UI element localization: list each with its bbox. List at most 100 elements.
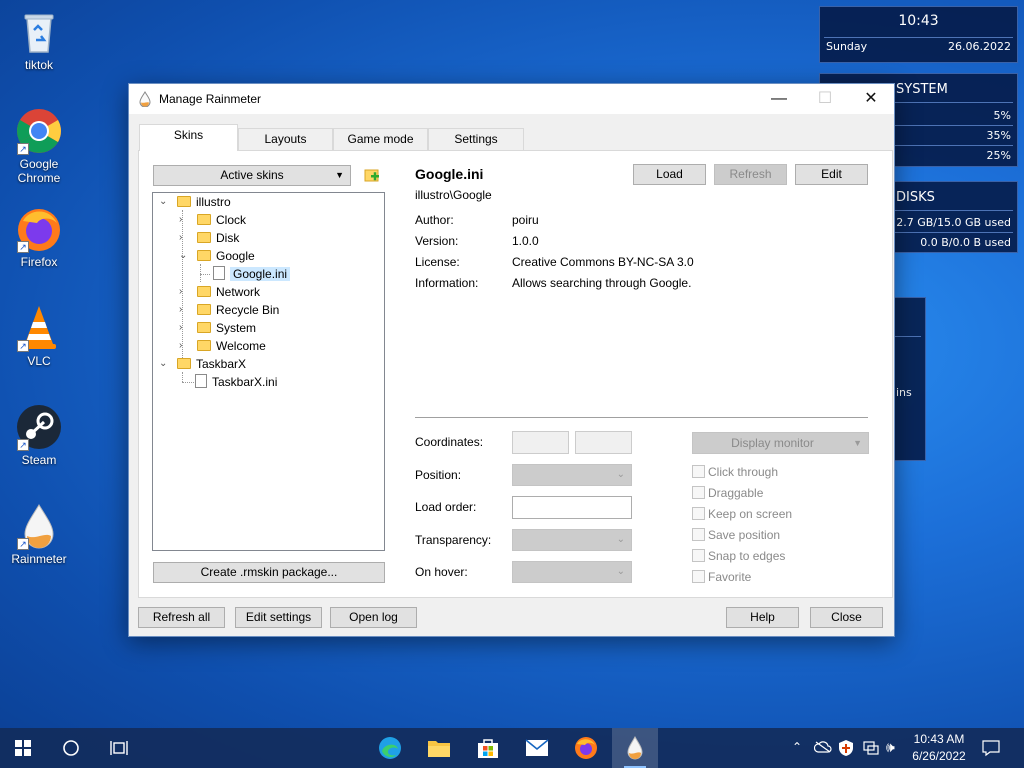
folder-icon — [177, 196, 191, 207]
skins-tree[interactable]: ⌄ illustro › Clock › Disk ⌄ Google Googl… — [152, 192, 385, 551]
volume-icon[interactable]: 🕪 — [886, 739, 895, 756]
refresh-all-button[interactable]: Refresh all — [138, 607, 225, 628]
shortcut-arrow-icon: ↗ — [17, 143, 29, 155]
keep-on-screen-checkbox[interactable]: Keep on screen — [692, 507, 792, 521]
tree-item-taskbarx[interactable]: ⌄ TaskbarX — [157, 355, 246, 373]
coordinate-x-input[interactable] — [512, 431, 569, 454]
edit-settings-button[interactable]: Edit settings — [235, 607, 322, 628]
taskbar-store[interactable] — [465, 728, 511, 768]
window-title: Manage Rainmeter — [159, 92, 262, 106]
title-bar[interactable]: Manage Rainmeter — ☐ ✕ — [129, 84, 894, 114]
tree-item-taskbarx-ini[interactable]: TaskbarX.ini — [195, 373, 277, 391]
shortcut-arrow-icon: ↗ — [17, 439, 29, 451]
vlc-icon: ↗ — [15, 304, 63, 352]
active-skins-dropdown[interactable]: Active skins ▼ — [153, 165, 351, 186]
chevron-right-icon: › — [179, 304, 183, 315]
close-button[interactable]: Close — [810, 607, 883, 628]
edit-button[interactable]: Edit — [795, 164, 868, 185]
load-order-label: Load order: — [415, 500, 477, 514]
checkbox-label: Keep on screen — [708, 507, 793, 521]
tab-settings[interactable]: Settings — [428, 128, 524, 150]
search-button[interactable] — [48, 728, 94, 768]
checkbox-label: Favorite — [708, 570, 752, 584]
desktop-icon-firefox[interactable]: ↗ Firefox — [6, 205, 72, 269]
desktop-icon-chrome[interactable]: ↗ Google Chrome — [6, 107, 72, 185]
desktop-icon-label: Google Chrome — [17, 157, 61, 185]
desktop-icon-rainmeter[interactable]: ↗ Rainmeter — [6, 502, 72, 566]
tree-item-network[interactable]: › Network — [177, 283, 260, 301]
taskbar: ⌃ 🕪 10:43 AM 6/26/2022 — [0, 728, 1024, 768]
taskbar-firefox[interactable] — [563, 728, 609, 768]
recycle-bin-icon — [15, 8, 63, 56]
desktop-icon-vlc[interactable]: ↗ VLC — [6, 304, 72, 368]
desktop-icon-tiktok[interactable]: tiktok — [6, 8, 72, 72]
security-shield-icon[interactable] — [838, 739, 854, 760]
tab-game-mode[interactable]: Game mode — [333, 128, 428, 150]
author-value: poiru — [512, 213, 539, 227]
chevron-down-icon: ⌄ — [616, 534, 625, 545]
help-button[interactable]: Help — [726, 607, 799, 628]
load-order-input[interactable] — [512, 496, 632, 519]
create-rmskin-button[interactable]: Create .rmskin package... — [153, 562, 385, 583]
favorite-checkbox[interactable]: Favorite — [692, 570, 751, 584]
chevron-down-icon: ⌄ — [616, 566, 625, 577]
display-monitor-select[interactable]: Display monitor ▼ — [692, 432, 869, 454]
onedrive-icon[interactable] — [813, 741, 832, 756]
add-folder-icon[interactable] — [364, 167, 380, 183]
click-through-checkbox[interactable]: Click through — [692, 465, 778, 479]
draggable-checkbox[interactable]: Draggable — [692, 486, 763, 500]
clock-widget[interactable]: 10:43 Sunday 26.06.2022 — [819, 6, 1018, 63]
windows-icon — [15, 740, 31, 756]
save-position-checkbox[interactable]: Save position — [692, 528, 780, 542]
load-button[interactable]: Load — [633, 164, 706, 185]
tab-layouts[interactable]: Layouts — [238, 128, 333, 150]
tray-time[interactable]: 10:43 AM — [912, 732, 966, 746]
tree-item-google-ini[interactable]: Google.ini — [213, 265, 291, 283]
tree-item-label-selected: Google.ini — [230, 267, 291, 281]
tree-item-google[interactable]: ⌄ Google — [177, 247, 255, 265]
rainmeter-app-icon — [138, 91, 152, 108]
clock-date: 26.06.2022 — [948, 40, 1011, 53]
on-hover-label: On hover: — [415, 565, 468, 579]
tree-item-system[interactable]: › System — [177, 319, 256, 337]
start-button[interactable] — [0, 728, 46, 768]
tree-item-clock[interactable]: › Clock — [177, 211, 246, 229]
tree-item-recycle-bin[interactable]: › Recycle Bin — [177, 301, 279, 319]
minimize-button[interactable]: — — [756, 84, 802, 114]
partial-widget-text: ins — [896, 386, 912, 399]
tree-item-disk[interactable]: › Disk — [177, 229, 239, 247]
tray-overflow-icon[interactable]: ⌃ — [792, 740, 802, 754]
taskbar-mail[interactable] — [514, 728, 560, 768]
firefox-icon: ↗ — [15, 205, 63, 253]
desktop-icon-label: Steam — [21, 453, 57, 467]
edge-icon — [379, 737, 401, 759]
separator — [415, 417, 868, 418]
on-hover-select[interactable]: ⌄ — [512, 561, 632, 583]
taskbar-edge[interactable] — [367, 728, 413, 768]
tree-item-illustro[interactable]: ⌄ illustro — [157, 193, 231, 211]
refresh-button[interactable]: Refresh — [714, 164, 787, 185]
checkbox-label: Save position — [708, 528, 781, 542]
maximize-button[interactable]: ☐ — [802, 84, 848, 114]
tree-item-welcome[interactable]: › Welcome — [177, 337, 266, 355]
display-monitor-label: Display monitor — [731, 436, 814, 450]
desktop-icon-steam[interactable]: ↗ Steam — [6, 403, 72, 467]
taskbar-rainmeter[interactable] — [612, 728, 658, 768]
taskbar-file-explorer[interactable] — [416, 728, 462, 768]
transparency-select[interactable]: ⌄ — [512, 529, 632, 551]
firefox-taskbar-icon — [575, 737, 597, 759]
open-log-button[interactable]: Open log — [330, 607, 417, 628]
position-select[interactable]: ⌄ — [512, 464, 632, 486]
search-circle-icon — [63, 740, 79, 756]
system-value-2: 35% — [986, 129, 1011, 142]
coordinate-y-input[interactable] — [575, 431, 632, 454]
folder-icon — [197, 304, 211, 315]
notifications-icon[interactable] — [982, 739, 1000, 760]
task-view-button[interactable] — [96, 728, 142, 768]
clock-day: Sunday — [826, 40, 868, 53]
tray-date[interactable]: 6/26/2022 — [912, 749, 966, 763]
close-window-button[interactable]: ✕ — [848, 84, 894, 114]
snap-to-edges-checkbox[interactable]: Snap to edges — [692, 549, 785, 563]
network-icon[interactable] — [862, 740, 880, 759]
tab-skins[interactable]: Skins — [139, 124, 238, 151]
